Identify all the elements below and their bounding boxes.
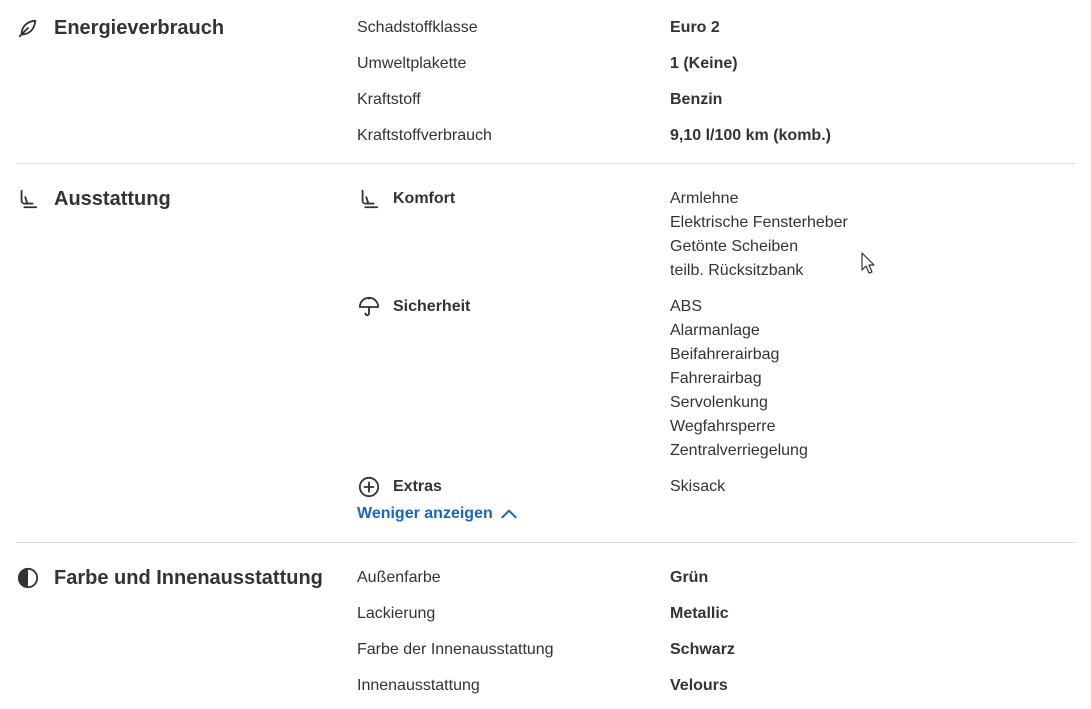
energy-row: Umweltplakette 1 (Keine)	[357, 52, 1060, 76]
umbrella-icon	[357, 295, 381, 319]
group-title: Extras	[393, 478, 442, 495]
row-label: Farbe der Innenausstattung	[357, 641, 554, 658]
list-item: Beifahrerairbag	[670, 346, 780, 363]
list-item: teilb. Rücksitzbank	[670, 262, 804, 279]
row-label: Kraftstoffverbrauch	[357, 127, 492, 144]
row-value: Euro 2	[670, 19, 720, 36]
energy-row: Schadstoffklasse Euro 2	[357, 16, 1060, 40]
group-header: Extras	[357, 475, 442, 499]
row-value: Benzin	[670, 91, 723, 108]
row-value: 1 (Keine)	[670, 55, 738, 72]
list-item: Servolenkung	[670, 394, 768, 411]
feature-list: Armlehne Elektrische Fensterheber Getönt…	[670, 187, 848, 283]
row-label: Schadstoffklasse	[357, 19, 478, 36]
leaf-icon	[16, 16, 40, 40]
group-header: Sicherheit	[357, 295, 470, 319]
row-value: Velours	[670, 677, 728, 694]
mouse-cursor-icon	[861, 252, 875, 279]
show-less-label: Weniger anzeigen	[357, 505, 493, 522]
energy-row: Kraftstoff Benzin	[357, 88, 1060, 112]
chevron-up-icon	[499, 504, 519, 524]
energy-title: Energieverbrauch	[54, 16, 225, 39]
feature-list: ABS Alarmanlage Beifahrerairbag Fahrerai…	[670, 295, 808, 463]
list-item: Skisack	[670, 478, 726, 495]
row-value: Grün	[670, 569, 709, 586]
row-label: Lackierung	[357, 605, 436, 622]
energy-row: Kraftstoffverbrauch 9,10 l/100 km (komb.)	[357, 124, 1060, 148]
row-label: Außenfarbe	[357, 569, 441, 586]
list-item: Alarmanlage	[670, 322, 760, 339]
half-circle-icon	[16, 566, 40, 590]
color-row: Farbe der Innenausstattung Schwarz	[357, 638, 1060, 662]
energy-header: Energieverbrauch	[16, 16, 224, 40]
color-row: Außenfarbe Grün	[357, 566, 1060, 590]
color-row: Lackierung Metallic	[357, 602, 1060, 626]
show-less-link[interactable]: Weniger anzeigen	[357, 502, 519, 526]
row-value: 9,10 l/100 km (komb.)	[670, 127, 831, 144]
row-label: Umweltplakette	[357, 55, 467, 72]
car-seat-icon	[357, 187, 381, 211]
section-divider	[16, 163, 1076, 164]
row-label: Kraftstoff	[357, 91, 421, 108]
group-title: Sicherheit	[393, 298, 471, 315]
row-value: Metallic	[670, 605, 729, 622]
list-item: Zentralverriegelung	[670, 442, 808, 459]
equipment-header: Ausstattung	[16, 187, 171, 211]
equipment-title: Ausstattung	[54, 187, 171, 210]
list-item: ABS	[670, 298, 703, 315]
feature-list: Skisack	[670, 475, 725, 499]
list-item: Wegfahrsperre	[670, 418, 776, 435]
color-title: Farbe und Innenausstattung	[54, 566, 323, 589]
color-row: Innenausstattung Velours	[357, 674, 1060, 698]
row-value: Schwarz	[670, 641, 735, 658]
group-header: Komfort	[357, 187, 455, 211]
plus-circle-icon	[357, 475, 381, 499]
list-item: Fahrerairbag	[670, 370, 762, 387]
row-label: Innenausstattung	[357, 677, 480, 694]
list-item: Armlehne	[670, 190, 739, 207]
list-item: Getönte Scheiben	[670, 238, 799, 255]
color-header: Farbe und Innenausstattung	[16, 566, 323, 590]
group-title: Komfort	[393, 190, 456, 207]
list-item: Elektrische Fensterheber	[670, 214, 848, 231]
section-divider	[16, 542, 1076, 543]
car-seat-icon	[16, 187, 40, 211]
